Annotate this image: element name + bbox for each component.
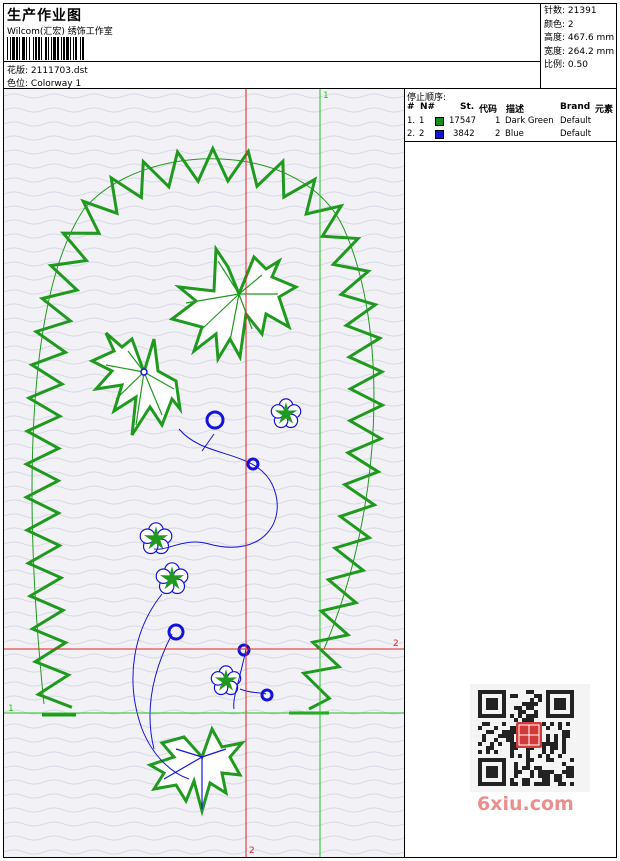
row-brand: Default — [560, 129, 592, 139]
file-label: 花版: — [7, 66, 29, 76]
design-scale: 比例: 0.50 — [544, 60, 588, 70]
axis-label-v2: 2 — [249, 846, 255, 856]
row-index: 2. — [407, 129, 416, 139]
row-needle: 1 — [419, 116, 425, 126]
stitch-count: 针数: 21391 — [544, 6, 597, 16]
row-brand: Default — [560, 116, 592, 126]
embroidery-design — [4, 89, 404, 857]
row-stitches: 3842 — [453, 129, 475, 139]
design-canvas[interactable]: 1 1 2 2 — [4, 89, 405, 857]
divider — [4, 61, 541, 62]
row-code: 1 — [495, 116, 501, 126]
col-stitches: St. — [460, 102, 475, 112]
color-label: 色位: — [7, 79, 29, 89]
seal-stamp-icon — [516, 722, 542, 748]
barcode — [7, 37, 141, 60]
table-divider — [405, 141, 616, 142]
watermark-text: 6xiu.com — [477, 793, 574, 815]
col-index: # — [407, 102, 415, 112]
design-stats: 针数: 21391 颜色: 2 高度: 467.6 mm 宽度: 264.2 m… — [541, 4, 616, 89]
axis-label-h1: 1 — [8, 704, 14, 714]
col-brand: Brand — [560, 102, 591, 112]
color-swatch — [435, 130, 444, 139]
design-height: 高度: 467.6 mm — [544, 33, 615, 43]
row-description: Blue — [505, 129, 524, 139]
color-count: 颜色: 2 — [544, 19, 574, 30]
table-row[interactable]: 1. 1 17547 1 Dark Green Default — [405, 116, 616, 128]
row-needle: 2 — [419, 129, 425, 139]
axis-label-h2: 2 — [393, 639, 399, 649]
company-name: Wilcom(汇宏) 绣饰工作室 — [7, 27, 113, 37]
col-code: 代码 — [479, 105, 498, 115]
design-width: 宽度: 264.2 mm — [544, 46, 615, 57]
row-index: 1. — [407, 116, 416, 126]
design-file: 花版: 2111703.dst — [7, 63, 88, 76]
table-row[interactable]: 2. 2 3842 2 Blue Default — [405, 129, 616, 141]
colorway: 色位: Colorway 1 — [7, 76, 81, 89]
color-value: Colorway 1 — [30, 79, 82, 89]
production-sheet: 生产作业图 Wilcom(汇宏) 绣饰工作室 花版: 2111703.dst 色… — [3, 3, 617, 858]
axis-label-v1: 1 — [323, 91, 329, 101]
qr-code-icon — [470, 684, 590, 792]
page-title: 生产作业图 — [7, 8, 82, 24]
row-description: Dark Green — [505, 116, 554, 126]
row-stitches: 17547 — [449, 116, 477, 126]
file-value: 2111703.dst — [30, 66, 88, 76]
header-info: 生产作业图 Wilcom(汇宏) 绣饰工作室 花版: 2111703.dst 色… — [4, 4, 541, 89]
table-header: # N# St. 代码 描述 Brand 元素 — [405, 102, 616, 115]
col-description: 描述 — [506, 105, 525, 115]
col-element: 元素 — [595, 105, 614, 115]
col-needle: N# — [420, 102, 436, 112]
color-swatch — [435, 117, 444, 126]
row-code: 2 — [495, 129, 501, 139]
